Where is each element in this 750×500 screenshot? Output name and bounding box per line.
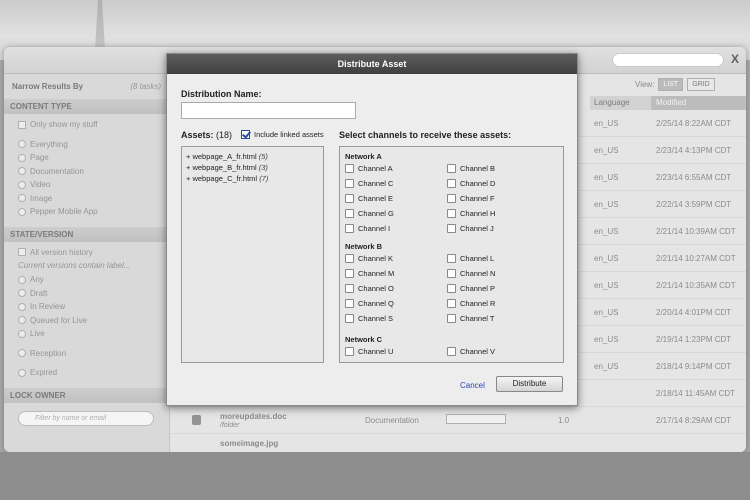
channel-checkbox[interactable] xyxy=(345,314,354,323)
assets-label: Assets: (18) xyxy=(181,130,233,140)
channel-option[interactable]: Channel H xyxy=(447,209,495,218)
include-linked-checkbox[interactable] xyxy=(241,130,250,139)
channel-option[interactable]: Channel K xyxy=(345,254,393,263)
channel-option[interactable]: Channel E xyxy=(345,194,393,203)
network-heading: Network C xyxy=(345,335,383,344)
distribution-name-label: Distribution Name: xyxy=(181,89,262,99)
distribution-name-field[interactable] xyxy=(181,102,356,119)
channel-option[interactable]: Channel G xyxy=(345,209,394,218)
channel-checkbox[interactable] xyxy=(447,299,456,308)
channel-checkbox[interactable] xyxy=(447,314,456,323)
channel-option[interactable]: Channel D xyxy=(447,179,495,188)
bottom-band xyxy=(0,452,750,500)
channel-checkbox[interactable] xyxy=(345,194,354,203)
channel-option[interactable]: Channel S xyxy=(345,314,393,323)
channel-checkbox[interactable] xyxy=(345,179,354,188)
list-item[interactable]: + webpage_A_fr.html (5) xyxy=(186,151,319,162)
channel-option[interactable]: Channel T xyxy=(447,314,494,323)
asset-list: + webpage_A_fr.html (5) + webpage_B_fr.h… xyxy=(181,146,324,363)
channel-checkbox[interactable] xyxy=(345,269,354,278)
channel-option[interactable]: Channel C xyxy=(345,179,393,188)
include-linked-option[interactable]: Include linked assets xyxy=(241,130,324,139)
channel-option[interactable]: Channel A xyxy=(345,164,393,173)
network-heading: Network A xyxy=(345,152,382,161)
channel-checkbox[interactable] xyxy=(447,269,456,278)
channel-checkbox[interactable] xyxy=(447,194,456,203)
channel-option[interactable]: Channel M xyxy=(345,269,394,278)
channels-label: Select channels to receive these assets: xyxy=(339,130,512,140)
channel-option[interactable]: Channel N xyxy=(447,269,495,278)
channel-checkbox[interactable] xyxy=(447,224,456,233)
channel-checkbox[interactable] xyxy=(447,179,456,188)
assets-count: (18) xyxy=(216,130,233,140)
channel-checkbox[interactable] xyxy=(447,254,456,263)
list-item[interactable]: + webpage_C_fr.html (7) xyxy=(186,173,319,184)
channel-option[interactable]: Channel R xyxy=(447,299,495,308)
distribute-asset-dialog: Distribute Asset Distribution Name: Asse… xyxy=(166,53,578,406)
channel-option[interactable]: Channel P xyxy=(447,284,495,293)
cancel-button[interactable]: Cancel xyxy=(460,381,485,390)
distribute-button[interactable]: Distribute xyxy=(496,376,563,392)
channel-checkbox[interactable] xyxy=(345,299,354,308)
channel-checkbox[interactable] xyxy=(447,284,456,293)
channel-checkbox[interactable] xyxy=(345,254,354,263)
channel-checkbox[interactable] xyxy=(345,347,354,356)
channel-option[interactable]: Channel L xyxy=(447,254,494,263)
channel-checkbox[interactable] xyxy=(447,347,456,356)
network-heading: Network B xyxy=(345,242,383,251)
channel-option[interactable]: Channel J xyxy=(447,224,494,233)
channel-checkbox[interactable] xyxy=(447,209,456,218)
channel-checkbox[interactable] xyxy=(345,284,354,293)
channel-list: Network A Channel A Channel B Channel C … xyxy=(339,146,564,363)
channel-checkbox[interactable] xyxy=(447,164,456,173)
channel-option[interactable]: Channel B xyxy=(447,164,495,173)
channel-option[interactable]: Channel V xyxy=(447,347,495,356)
channel-option[interactable]: Channel Q xyxy=(345,299,394,308)
channel-checkbox[interactable] xyxy=(345,224,354,233)
channel-checkbox[interactable] xyxy=(345,164,354,173)
channel-option[interactable]: Channel U xyxy=(345,347,393,356)
channel-option[interactable]: Channel F xyxy=(447,194,495,203)
channel-checkbox[interactable] xyxy=(345,209,354,218)
channel-option[interactable]: Channel O xyxy=(345,284,394,293)
list-item[interactable]: + webpage_B_fr.html (3) xyxy=(186,162,319,173)
dialog-title: Distribute Asset xyxy=(167,54,577,74)
channel-option[interactable]: Channel I xyxy=(345,224,390,233)
